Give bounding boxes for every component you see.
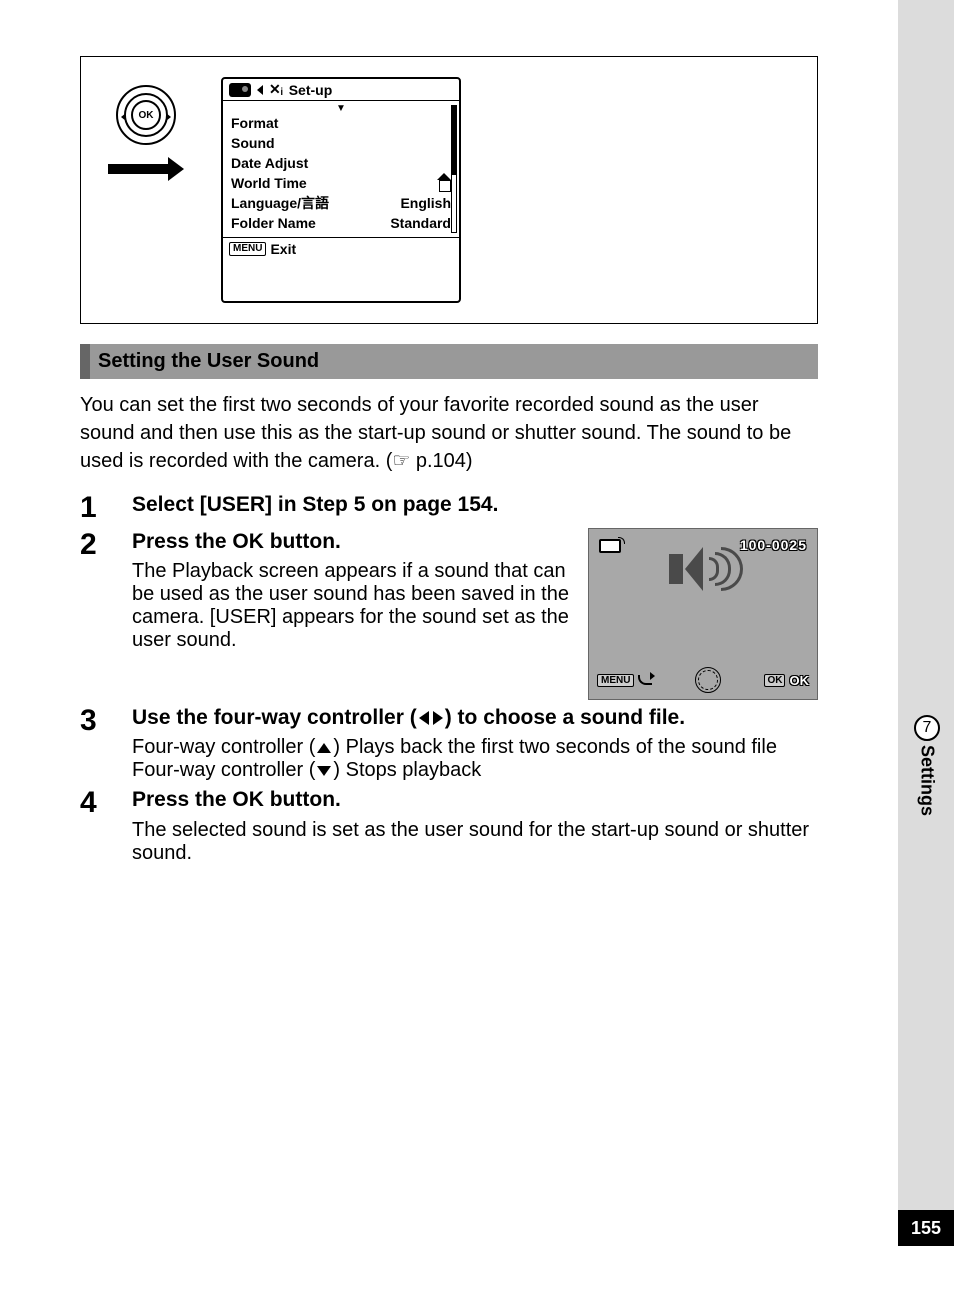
up-triangle-icon bbox=[317, 743, 331, 753]
left-arrow-icon bbox=[121, 113, 126, 121]
right-margin-bar bbox=[898, 0, 954, 1210]
back-arrow-icon bbox=[638, 675, 652, 685]
menu-label: Format bbox=[231, 113, 278, 133]
wrench-icon: ✕ᵢ bbox=[269, 81, 283, 98]
playback-menu-hint: MENU bbox=[597, 674, 652, 687]
step-title: Use the four-way controller () to choose… bbox=[132, 704, 818, 732]
playback-screen: 100-0025 MENU bbox=[588, 528, 818, 700]
menu-label: Language/言語 bbox=[231, 193, 329, 213]
step-title: Select [USER] in Step 5 on page 154. bbox=[132, 491, 818, 519]
home-icon bbox=[437, 178, 451, 190]
menu-item-language: Language/言語 English bbox=[231, 193, 451, 213]
speaker-icon bbox=[669, 547, 739, 591]
card-icon bbox=[599, 539, 621, 553]
file-number: 100-0025 bbox=[740, 537, 807, 553]
chapter-tab: 7 Settings bbox=[914, 715, 940, 816]
menu-footer-label: Exit bbox=[270, 241, 296, 257]
menu-value bbox=[437, 173, 451, 193]
arrow-indicator bbox=[108, 157, 184, 181]
step-number: 1 bbox=[80, 491, 114, 524]
chapter-number-circle: 7 bbox=[914, 715, 940, 741]
menu-tab-title: Set-up bbox=[289, 82, 333, 98]
illustration-frame: OK ✕ᵢ Set-up ▼ Format bbox=[80, 56, 818, 324]
ok-button-label: OK bbox=[131, 100, 161, 130]
step-body-text: The Playback screen appears if a sound t… bbox=[132, 560, 572, 652]
menu-tab-bar: ✕ᵢ Set-up bbox=[223, 79, 459, 101]
down-triangle-icon bbox=[317, 766, 331, 776]
menu-footer: MENU Exit bbox=[223, 237, 459, 259]
step-list: 1 Select [USER] in Step 5 on page 154. 2… bbox=[80, 491, 818, 865]
menu-value: Standard bbox=[390, 213, 451, 233]
page-content: OK ✕ᵢ Set-up ▼ Format bbox=[0, 0, 898, 909]
right-arrow-icon bbox=[166, 113, 171, 121]
left-triangle-icon bbox=[257, 85, 263, 95]
ok-label: OK bbox=[789, 673, 809, 688]
step-4: 4 Press the OK button. The selected soun… bbox=[80, 786, 818, 864]
menu-item-format: Format bbox=[231, 113, 451, 133]
step-3: 3 Use the four-way controller () to choo… bbox=[80, 704, 818, 782]
page-number: 155 bbox=[898, 1210, 954, 1246]
chapter-label: Settings bbox=[917, 745, 938, 816]
step-number: 4 bbox=[80, 786, 114, 864]
menu-label: World Time bbox=[231, 173, 307, 193]
menu-value: English bbox=[400, 193, 451, 213]
ok-box-icon: OK bbox=[764, 674, 785, 687]
menu-item-folder: Folder Name Standard bbox=[231, 213, 451, 233]
menu-button-icon: MENU bbox=[229, 242, 266, 256]
intro-paragraph: You can set the first two seconds of you… bbox=[80, 391, 818, 475]
camera-tab-icon bbox=[229, 83, 251, 97]
menu-item-worldtime: World Time bbox=[231, 173, 451, 193]
section-heading: Setting the User Sound bbox=[80, 344, 818, 379]
right-triangle-icon bbox=[433, 711, 443, 725]
menu-icon: MENU bbox=[597, 674, 634, 687]
menu-item-date: Date Adjust bbox=[231, 153, 451, 173]
step-body-text: The selected sound is set as the user so… bbox=[132, 819, 818, 865]
menu-item-sound: Sound bbox=[231, 133, 451, 153]
setup-menu-screen: ✕ᵢ Set-up ▼ Format Sound Date Adjust bbox=[221, 77, 461, 303]
menu-list: ▼ Format Sound Date Adjust World Time bbox=[223, 101, 459, 237]
step-number: 3 bbox=[80, 704, 114, 782]
left-triangle-icon bbox=[419, 711, 429, 725]
four-way-dial-icon bbox=[695, 667, 721, 693]
step-line-1: Four-way controller () Plays back the fi… bbox=[132, 736, 818, 759]
menu-label: Folder Name bbox=[231, 213, 316, 233]
step-2: 2 Press the OK button. The Playback scre… bbox=[80, 528, 818, 700]
step-1: 1 Select [USER] in Step 5 on page 154. bbox=[80, 491, 818, 524]
arrow-right-icon bbox=[168, 157, 184, 181]
step-line-2: Four-way controller () Stops playback bbox=[132, 759, 818, 782]
menu-label: Sound bbox=[231, 133, 275, 153]
step-title: Press the OK button. bbox=[132, 786, 818, 814]
menu-label: Date Adjust bbox=[231, 153, 308, 173]
step-number: 2 bbox=[80, 528, 114, 700]
ok-dial-diagram: OK bbox=[101, 77, 191, 303]
scrollbar bbox=[451, 105, 457, 233]
playback-ok-hint: OK OK bbox=[764, 673, 809, 688]
scroll-down-icon: ▼ bbox=[231, 105, 451, 113]
step-title: Press the OK button. bbox=[132, 528, 572, 556]
